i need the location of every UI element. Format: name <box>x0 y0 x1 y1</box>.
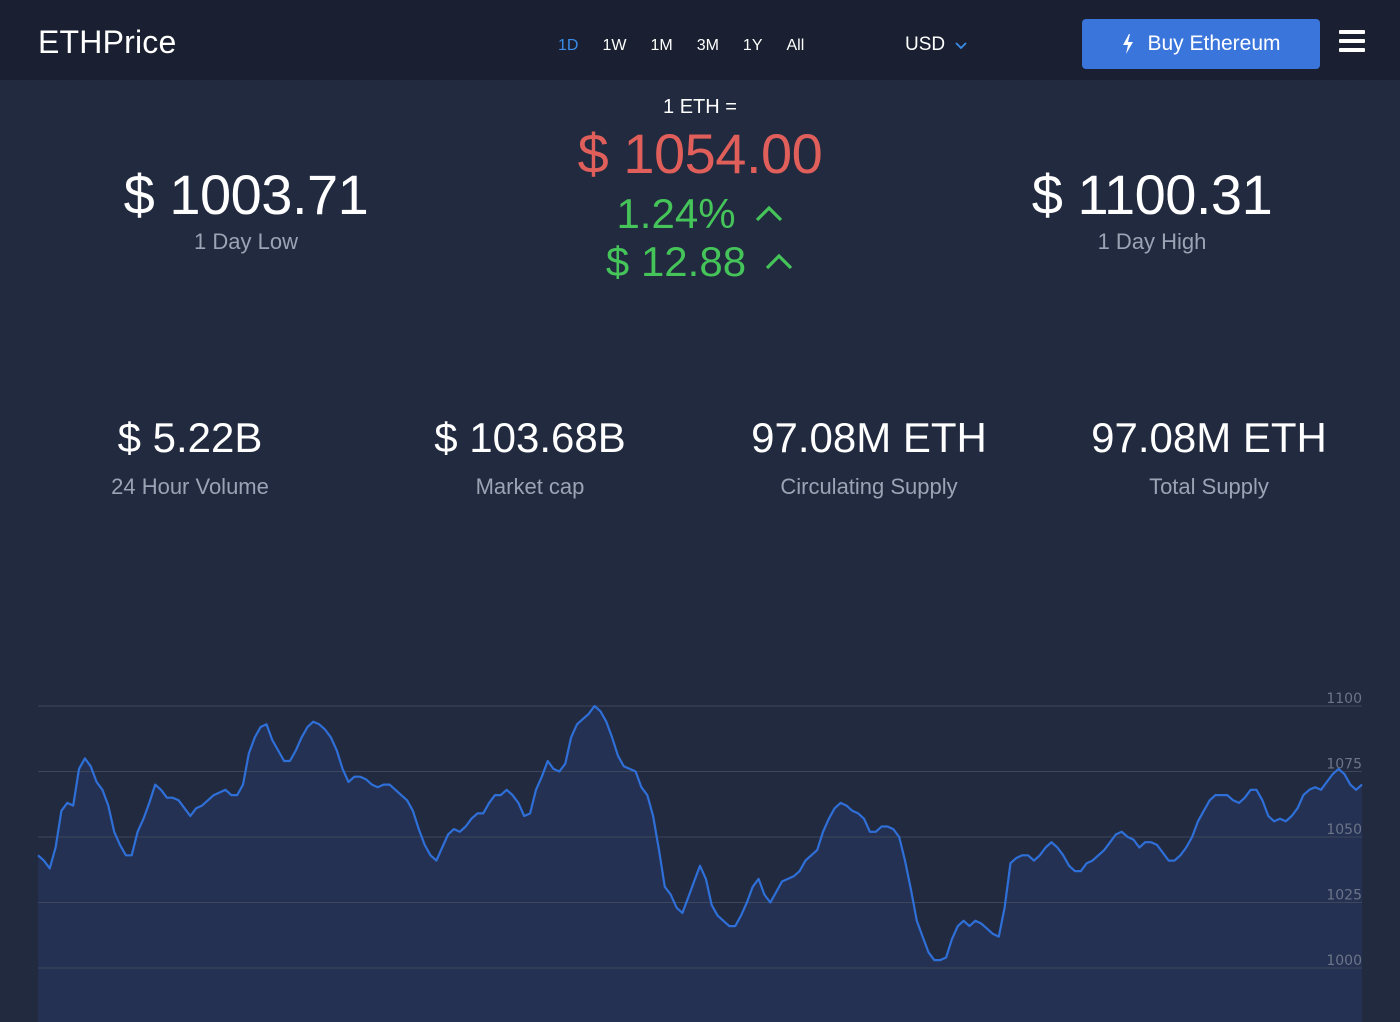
range-1y[interactable]: 1Y <box>731 36 775 56</box>
chevron-down-icon <box>955 42 967 50</box>
arrow-up-icon <box>755 205 782 222</box>
circulating-supply-value: 97.08M ETH <box>751 414 987 461</box>
y-tick-label: 1050 <box>1326 822 1362 838</box>
y-tick-label: 1000 <box>1326 953 1362 969</box>
top-navigation-bar: ETHPrice 1D 1W 1M 3M 1Y All USD Buy Ethe… <box>0 0 1400 80</box>
currency-select[interactable]: USD <box>905 34 969 56</box>
total-supply-label: Total Supply <box>1149 474 1269 499</box>
current-price: $ 1054.00 <box>577 122 823 185</box>
metric-volume: $ 5.22B 24 Hour Volume <box>20 414 360 500</box>
current-price-block: 1 ETH = $ 1054.00 1.24% $ 12.88 <box>500 96 900 286</box>
buy-ethereum-button[interactable]: Buy Ethereum <box>1082 19 1320 69</box>
metric-market-cap: $ 103.68B Market cap <box>360 414 700 500</box>
y-tick-label: 1075 <box>1326 757 1362 773</box>
site-logo[interactable]: ETHPrice <box>38 24 177 61</box>
range-1m[interactable]: 1M <box>638 36 684 56</box>
circulating-supply-label: Circulating Supply <box>780 474 958 499</box>
percent-change-row: 1.24% <box>500 190 900 238</box>
day-low-value: $ 1003.71 <box>123 163 369 226</box>
percent-change: 1.24% <box>616 190 736 237</box>
eth-equals-label: 1 ETH = <box>663 96 737 118</box>
hamburger-menu-icon[interactable] <box>1339 30 1365 54</box>
range-all[interactable]: All <box>775 36 817 56</box>
currency-value: USD <box>905 34 946 55</box>
day-low-label: 1 Day Low <box>194 229 298 254</box>
volume-label: 24 Hour Volume <box>111 474 269 499</box>
day-high-value: $ 1100.31 <box>1031 163 1273 226</box>
arrow-up-icon <box>765 253 793 270</box>
market-cap-value: $ 103.68B <box>434 414 626 461</box>
metric-circulating-supply: 97.08M ETH Circulating Supply <box>699 414 1039 500</box>
day-high-block: $ 1100.31 1 Day High <box>1002 162 1302 255</box>
range-1w[interactable]: 1W <box>590 36 638 56</box>
range-3m[interactable]: 3M <box>685 36 731 56</box>
day-low-block: $ 1003.71 1 Day Low <box>96 162 396 255</box>
total-supply-value: 97.08M ETH <box>1091 414 1327 461</box>
market-cap-label: Market cap <box>475 474 585 499</box>
absolute-change-row: $ 12.88 <box>500 238 900 286</box>
price-area-fill <box>38 706 1362 1022</box>
absolute-change: $ 12.88 <box>605 238 747 285</box>
price-chart[interactable]: 1100 1075 1050 1025 1000 <box>0 680 1400 1022</box>
lightning-icon <box>1123 34 1134 54</box>
day-high-label: 1 Day High <box>1097 229 1207 254</box>
time-range-selector: 1D 1W 1M 3M 1Y All <box>546 36 816 56</box>
metric-total-supply: 97.08M ETH Total Supply <box>1039 414 1379 500</box>
volume-value: $ 5.22B <box>117 414 263 461</box>
y-tick-label: 1100 <box>1326 691 1362 707</box>
y-tick-label: 1025 <box>1326 888 1362 904</box>
range-1d[interactable]: 1D <box>546 36 590 56</box>
buy-button-label: Buy Ethereum <box>1147 32 1281 55</box>
